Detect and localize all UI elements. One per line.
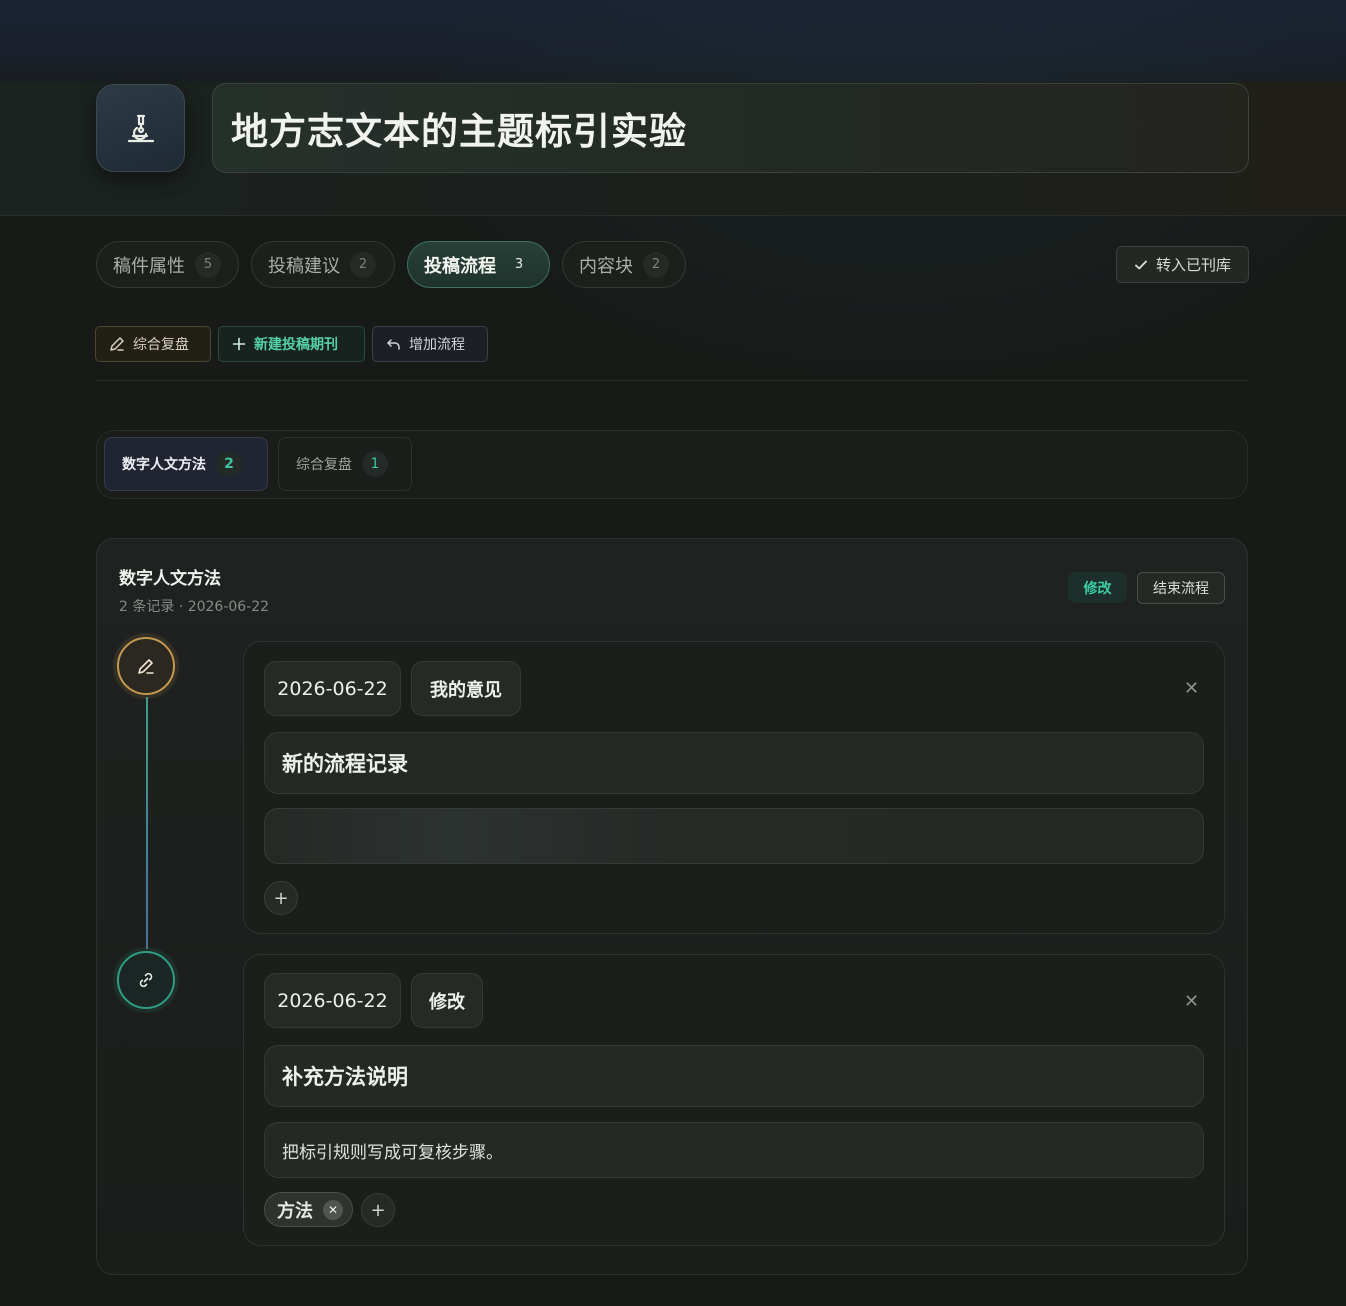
title-field[interactable]: 地方志文本的主题标引实验	[212, 83, 1249, 173]
check-icon	[1135, 260, 1147, 269]
archive-button[interactable]: 转入已刊库	[1116, 246, 1249, 283]
record-body: 把标引规则写成可复核步骤。	[282, 1142, 503, 1163]
status-badge: 修改	[1068, 572, 1127, 603]
end-flow-button[interactable]: 结束流程	[1137, 572, 1225, 604]
add-flow-label: 增加流程	[409, 337, 465, 353]
subtab-label: 综合复盘	[296, 457, 352, 473]
remove-tag-icon[interactable]: ✕	[323, 1199, 343, 1220]
tab-label: 投稿流程	[424, 255, 496, 277]
tab-manuscript-properties[interactable]: 稿件属性 5	[96, 241, 239, 288]
tab-count: 5	[195, 251, 221, 278]
panel-meta: 2 条记录 · 2026-06-22	[119, 599, 270, 615]
add-tag-button[interactable]: +	[264, 881, 298, 915]
divider	[95, 380, 1248, 381]
timeline-node	[117, 951, 175, 1009]
subtab-count: 1	[362, 451, 388, 477]
new-journal-label: 新建投稿期刊	[254, 337, 338, 353]
tab-label: 内容块	[579, 255, 633, 277]
timeline-line	[146, 697, 148, 949]
record-body-field[interactable]: 把标引规则写成可复核步骤。	[264, 1122, 1204, 1178]
new-journal-button[interactable]: 新建投稿期刊	[218, 326, 365, 362]
tab-label: 投稿建议	[268, 255, 340, 277]
panel-title: 数字人文方法	[119, 569, 221, 589]
archive-label: 转入已刊库	[1155, 256, 1231, 274]
review-button[interactable]: 综合复盘	[95, 326, 211, 362]
tab-submission-flow[interactable]: 投稿流程 3	[407, 241, 550, 288]
tab-count: 2	[643, 251, 669, 278]
top-gradient	[0, 0, 1346, 90]
close-icon[interactable]: ✕	[1184, 678, 1199, 699]
tab-content-blocks[interactable]: 内容块 2	[562, 241, 686, 288]
record-date[interactable]: 2026-06-22	[264, 661, 401, 716]
tab-label: 稿件属性	[113, 255, 185, 277]
tab-count: 2	[350, 251, 376, 278]
record-title: 新的流程记录	[282, 752, 408, 776]
review-label: 综合复盘	[133, 337, 189, 353]
page-title: 地方志文本的主题标引实验	[231, 110, 687, 153]
plus-icon	[232, 337, 246, 351]
record-title-field[interactable]: 新的流程记录	[264, 732, 1204, 794]
tab-count: 3	[514, 257, 524, 272]
add-tag-button[interactable]: +	[361, 1193, 395, 1227]
timeline-node	[117, 637, 175, 695]
record-date[interactable]: 2026-06-22	[264, 973, 401, 1028]
tab-submission-advice[interactable]: 投稿建议 2	[251, 241, 395, 288]
subtab-bar	[96, 430, 1248, 499]
record-body-field[interactable]	[264, 808, 1204, 864]
record-type[interactable]: 我的意见	[411, 661, 521, 716]
subtab-label: 数字人文方法	[122, 457, 206, 473]
close-icon[interactable]: ✕	[1184, 991, 1199, 1012]
add-flow-button[interactable]: 增加流程	[372, 326, 488, 362]
tag-label: 方法	[277, 1200, 313, 1222]
pencil-icon	[138, 659, 154, 674]
subtab-digital-humanities[interactable]: 数字人文方法 2	[104, 437, 268, 491]
subtab-count: 2	[216, 451, 242, 477]
microscope-icon[interactable]	[96, 84, 185, 172]
pencil-icon	[110, 337, 124, 351]
undo-icon	[387, 338, 400, 350]
record-type[interactable]: 修改	[411, 973, 483, 1028]
record-title-field[interactable]: 补充方法说明	[264, 1045, 1204, 1107]
link-icon	[139, 972, 153, 988]
record-title: 补充方法说明	[282, 1065, 408, 1089]
subtab-review[interactable]: 综合复盘 1	[278, 437, 412, 491]
tag-chip: 方法 ✕	[264, 1192, 353, 1227]
